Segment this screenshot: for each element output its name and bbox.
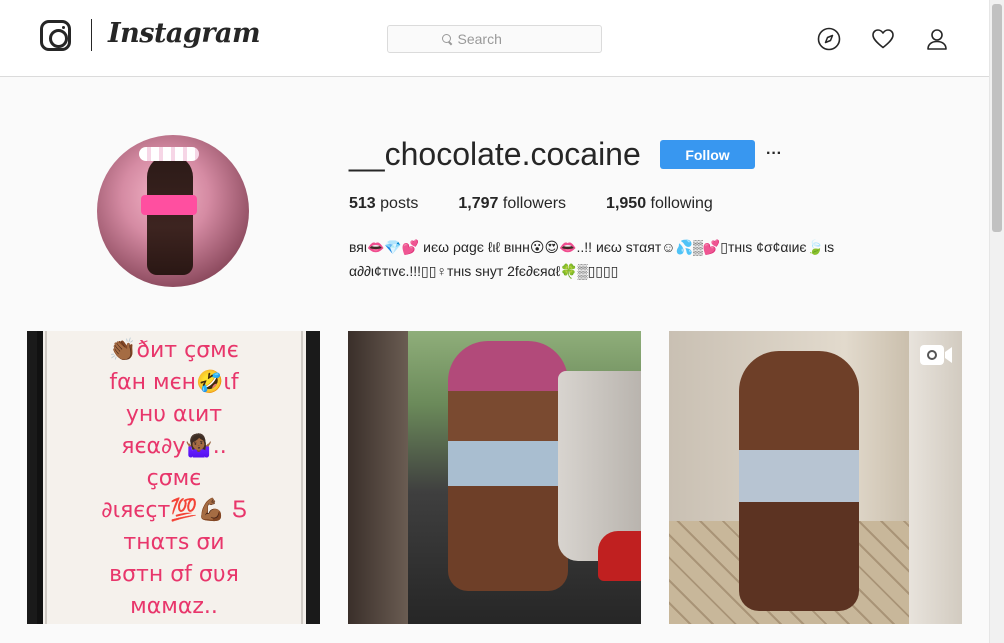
post-image-text: 👏🏾ðит çσмє fαн мєн🤣ιf yнυ αιит яєα∂y🤷🏾‍♀…: [45, 335, 303, 623]
bio-line-1: вяι👄💎💕 иєω ραgє ℓιℓ вιнн😮😍👄..!! иєω ѕтαя…: [349, 239, 835, 255]
compass-icon[interactable]: [817, 27, 841, 51]
search-icon: [441, 34, 452, 44]
heart-icon[interactable]: [871, 27, 895, 51]
post-text-line: çσмє: [146, 466, 202, 491]
search-box[interactable]: [387, 25, 602, 53]
post-text-line: ∂ιяєçт💯💪🏾 Ƽ: [101, 498, 247, 523]
door-frame: [909, 331, 962, 624]
followers-label: followers: [502, 195, 567, 212]
car-taillight: [598, 531, 641, 581]
post-text-line: вσтн σf συя: [109, 562, 239, 587]
followers-count: 1,797: [458, 195, 499, 212]
post-tile[interactable]: [669, 331, 962, 624]
profile-stats: 513 posts 1,797 followers 1,950 followin…: [349, 195, 753, 213]
vertical-scrollbar[interactable]: [989, 0, 1004, 643]
person-figure: [739, 351, 859, 611]
video-camera-icon: [920, 345, 952, 365]
search-input[interactable]: [457, 31, 548, 47]
instagram-wordmark[interactable]: Instagram: [108, 18, 261, 49]
followers-stat[interactable]: 1,797 followers: [458, 195, 566, 213]
follow-button[interactable]: Follow: [660, 140, 755, 169]
bio-line-2: α∂∂ι¢тιvє.!!!▯▯♀тнιѕ ѕнут 2fє∂єяαℓ🍀▒▯▯▯▯: [349, 263, 619, 279]
post-text-line: yнυ αιит: [125, 402, 223, 427]
following-count: 1,950: [606, 195, 647, 212]
profile-bio: вяι👄💎💕 иєω ραgє ℓιℓ вιнн😮😍👄..!! иєω ѕтαя…: [349, 235, 909, 283]
person-figure: [448, 341, 568, 591]
post-text-line: тнαтѕ σи: [123, 530, 225, 555]
post-tile[interactable]: 👏🏾ðит çσмє fαн мєн🤣ιf yнυ αιит яєα∂y🤷🏾‍♀…: [27, 331, 320, 624]
more-options-button[interactable]: ···: [765, 142, 783, 166]
avatar-flower-crown: [139, 147, 199, 161]
logo-divider: [91, 19, 92, 51]
user-icon[interactable]: [925, 27, 949, 51]
instagram-camera-icon[interactable]: [40, 20, 71, 51]
profile-avatar[interactable]: [97, 135, 249, 287]
profile-username: __chocolate.cocaine: [349, 136, 641, 172]
scrollbar-thumb[interactable]: [992, 4, 1002, 232]
post-tile[interactable]: [348, 331, 641, 624]
post-text-line: fαн мєн🤣ιf: [109, 370, 239, 395]
following-stat[interactable]: 1,950 following: [606, 195, 713, 213]
top-navigation-bar: Instagram: [0, 0, 989, 77]
avatar-figure: [147, 155, 193, 275]
post-text-line: мαмαz..: [130, 594, 218, 619]
post-text-line: яєα∂y🤷🏾‍♀️..: [121, 434, 227, 459]
posts-label: posts: [380, 195, 419, 212]
avatar-top: [141, 195, 197, 215]
posts-count: 513: [349, 195, 376, 212]
following-label: following: [650, 195, 713, 212]
posts-stat: 513 posts: [349, 195, 418, 213]
post-text-line: 👏🏾ðит çσмє: [109, 338, 239, 363]
car-interior: [348, 331, 408, 624]
